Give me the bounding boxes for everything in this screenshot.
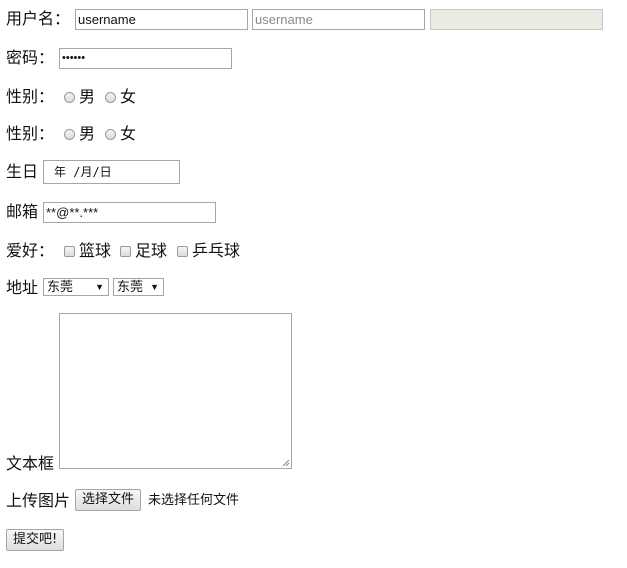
password-row: 密码： (6, 48, 54, 68)
upload-label: 上传图片 (6, 491, 71, 510)
textarea-label: 文本框 (6, 454, 55, 473)
radio-icon[interactable] (64, 129, 75, 140)
textarea-row: 文本框 (6, 454, 54, 474)
username-label: 用户名： (6, 9, 71, 28)
address-row: 地址 (6, 278, 38, 298)
password-label: 密码： (6, 48, 55, 67)
gender2-female-label: 女 (120, 124, 137, 143)
username-disabled-input (430, 9, 603, 30)
hobbies-label: 爱好： (6, 241, 55, 260)
email-label: 邮箱 (6, 202, 39, 221)
hobby-pingpong-option[interactable]: 乒乓球 (177, 241, 240, 261)
file-status-text: 未选择任何文件 (148, 493, 240, 508)
dropdown-arrow-icon: ▼ (95, 282, 104, 292)
email-row: 邮箱 (6, 202, 38, 222)
checkbox-icon[interactable] (120, 246, 131, 257)
username-input[interactable]: username (75, 9, 248, 30)
hobby-pingpong-label: 乒乓球 (192, 241, 241, 260)
hobby-basketball-option[interactable]: 篮球 (64, 241, 111, 261)
gender1-male-option[interactable]: 男 (64, 87, 95, 107)
address-select-2[interactable]: 东莞 ▼ (113, 278, 164, 296)
username-placeholder-input[interactable]: username (252, 9, 425, 30)
birthday-date-input[interactable]: 年 /月/日 (43, 160, 180, 184)
dropdown-arrow-icon: ▼ (150, 282, 159, 292)
checkbox-icon[interactable] (177, 246, 188, 257)
birthday-row: 生日 (6, 162, 38, 182)
username-row: 用户名： (6, 9, 70, 29)
radio-icon[interactable] (105, 129, 116, 140)
gender1-male-label: 男 (79, 87, 96, 106)
hobbies-row: 爱好： (6, 241, 54, 261)
gender2-male-label: 男 (79, 124, 96, 143)
address-select-1[interactable]: 东莞 ▼ (43, 278, 109, 296)
address-select-2-value: 东莞 (117, 279, 144, 294)
address-label: 地址 (6, 278, 39, 297)
gender1-female-label: 女 (120, 87, 137, 106)
hobby-basketball-label: 篮球 (79, 241, 112, 260)
gender-row-1: 性别： (6, 87, 54, 107)
checkbox-icon[interactable] (64, 246, 75, 257)
radio-icon[interactable] (64, 92, 75, 103)
hobby-football-label: 足球 (135, 241, 168, 260)
submit-button[interactable]: 提交吧! (6, 529, 65, 551)
radio-icon[interactable] (105, 92, 116, 103)
message-textarea[interactable] (59, 313, 292, 469)
gender2-male-option[interactable]: 男 (64, 124, 95, 144)
gender-label-2: 性别： (6, 124, 55, 143)
password-input[interactable]: •••••• (59, 48, 232, 69)
upload-row: 上传图片 (6, 491, 70, 511)
gender2-female-option[interactable]: 女 (105, 124, 136, 144)
address-select-1-value: 东莞 (47, 279, 74, 294)
gender-row-2: 性别： (6, 124, 54, 144)
birthday-label: 生日 (6, 162, 39, 181)
email-input[interactable]: **@**.*** (43, 202, 216, 223)
resize-grip-icon[interactable] (281, 458, 290, 467)
gender1-female-option[interactable]: 女 (105, 87, 136, 107)
hobby-football-option[interactable]: 足球 (120, 241, 167, 261)
choose-file-button[interactable]: 选择文件 (75, 489, 142, 511)
gender-label-1: 性别： (6, 87, 55, 106)
